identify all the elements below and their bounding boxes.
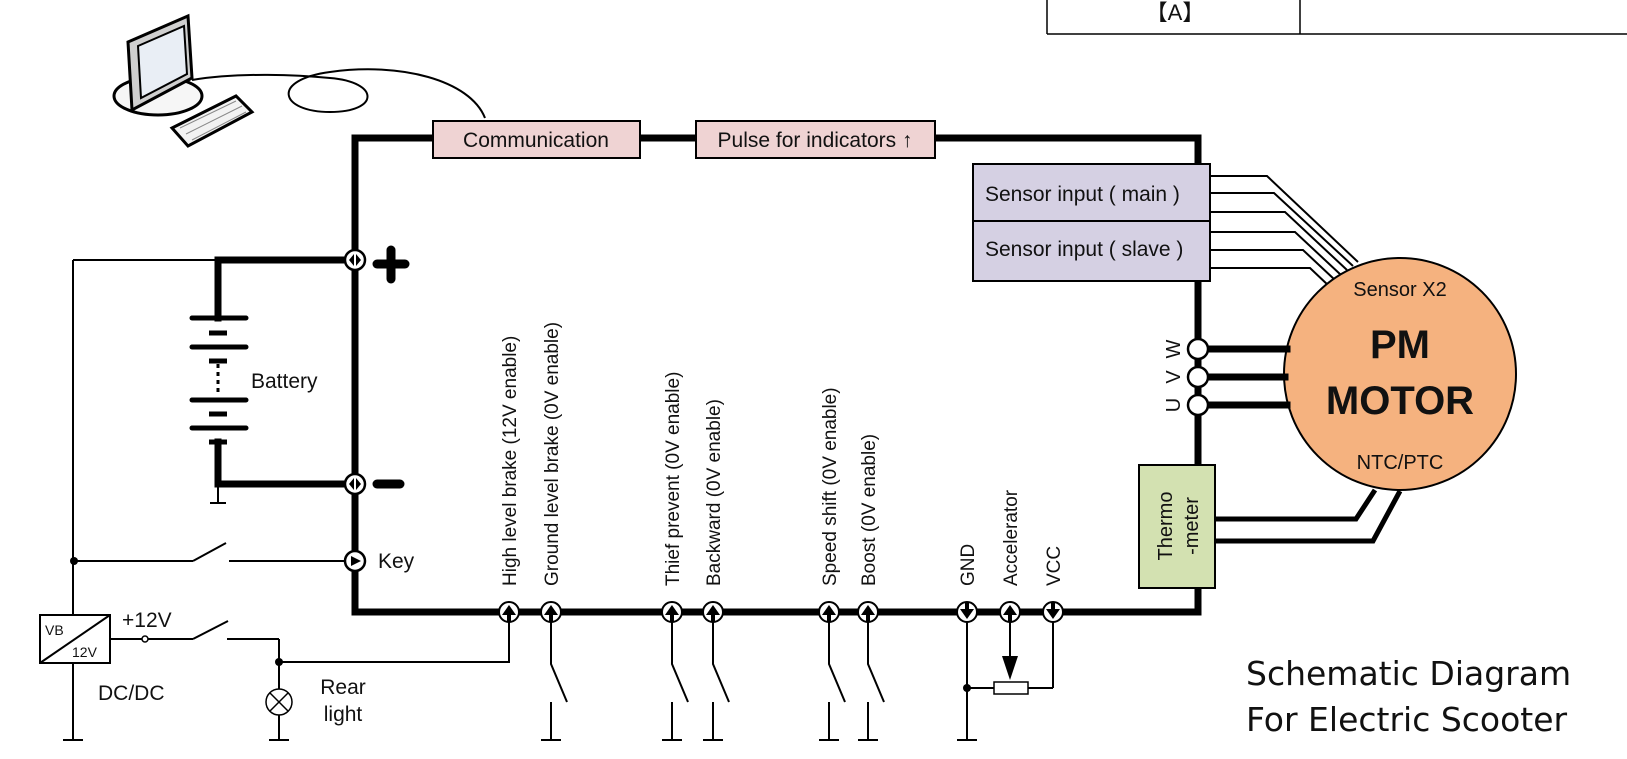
dcdc-label: DC/DC xyxy=(98,682,165,705)
sensor-input-modules: Sensor input ( main ) Sensor input ( sla… xyxy=(972,163,1359,287)
dcdc-output-label: +12V xyxy=(122,609,172,632)
caption-line1: Schematic Diagram xyxy=(1246,654,1571,693)
plus-icon xyxy=(372,245,410,284)
input-terminal: Thief prevent (0V enable) xyxy=(661,372,689,741)
computer-icon xyxy=(112,13,486,148)
sensor-input-main-label: Sensor input ( main ) xyxy=(985,183,1180,206)
communication-module: Communication xyxy=(432,120,641,159)
battery-label: Battery xyxy=(251,370,318,393)
pulse-indicators-module: Pulse for indicators ↑ xyxy=(695,120,936,159)
rear-light: Rear light xyxy=(265,676,366,741)
key-switch-circuit: Key xyxy=(63,260,415,741)
input-terminal: GND xyxy=(956,544,979,623)
input-label: VCC xyxy=(1044,546,1065,586)
thermometer-label-line2: -meter xyxy=(1181,497,1203,555)
motor-sensor-label: Sensor X2 xyxy=(1353,279,1446,301)
rear-light-label-line2: light xyxy=(324,703,363,726)
scooter-schematic: 【A】 Communication Pulse for indicators ↑… xyxy=(39,0,1627,741)
header-table: 【A】 xyxy=(1046,0,1627,35)
battery-minus-terminal xyxy=(343,472,367,496)
pm-motor: Sensor X2 PM MOTOR NTC/PTC xyxy=(1283,257,1517,491)
input-label: Backward (0V enable) xyxy=(704,399,725,586)
pulse-indicators-label: Pulse for indicators ↑ xyxy=(718,129,913,152)
terminal-v xyxy=(1186,365,1210,389)
motor-label-line2: MOTOR xyxy=(1326,379,1474,423)
input-label: GND xyxy=(958,544,979,586)
accelerator-potentiometer xyxy=(957,622,1054,741)
input-label: Thief prevent (0V enable) xyxy=(663,372,684,586)
dcdc-vb-label: VB xyxy=(45,622,64,638)
input-terminal: Accelerator xyxy=(999,489,1022,623)
header-table-cell-a: 【A】 xyxy=(1146,0,1205,25)
phase-w-label: W xyxy=(1163,339,1185,358)
terminal-w xyxy=(1186,337,1210,361)
rear-light-label-line1: Rear xyxy=(320,676,366,699)
phase-terminals: W V U xyxy=(1163,337,1291,417)
input-terminal: VCC xyxy=(1042,546,1065,623)
phase-v-label: V xyxy=(1163,370,1185,384)
input-terminal: Ground level brake (0V enable) xyxy=(540,322,568,741)
control-inputs: High level brake (12V enable) Ground leve… xyxy=(498,322,1065,741)
terminal-u xyxy=(1186,393,1210,417)
input-terminal: Speed shift (0V enable) xyxy=(818,387,846,741)
communication-label: Communication xyxy=(463,129,609,152)
thermometer-label-line1: Thermo xyxy=(1155,492,1177,561)
phase-u-label: U xyxy=(1163,398,1185,412)
caption-line2: For Electric Scooter xyxy=(1246,700,1568,739)
battery-plus-terminal xyxy=(343,248,367,272)
key-label: Key xyxy=(378,550,415,573)
input-label: Boost (0V enable) xyxy=(859,434,880,586)
sensor-input-slave-label: Sensor input ( slave ) xyxy=(985,238,1183,261)
motor-label-line1: PM xyxy=(1370,323,1430,367)
input-label: High level brake (12V enable) xyxy=(500,336,521,586)
input-label: Ground level brake (0V enable) xyxy=(542,322,563,586)
input-terminal: Backward (0V enable) xyxy=(702,399,730,741)
input-terminal: High level brake (12V enable) xyxy=(498,336,521,623)
motor-ntc-label: NTC/PTC xyxy=(1357,452,1444,474)
input-label: Accelerator xyxy=(1001,489,1022,586)
dcdc-12v-label: 12V xyxy=(72,644,98,660)
input-label: Speed shift (0V enable) xyxy=(820,387,841,586)
input-terminal: Boost (0V enable) xyxy=(857,434,885,741)
